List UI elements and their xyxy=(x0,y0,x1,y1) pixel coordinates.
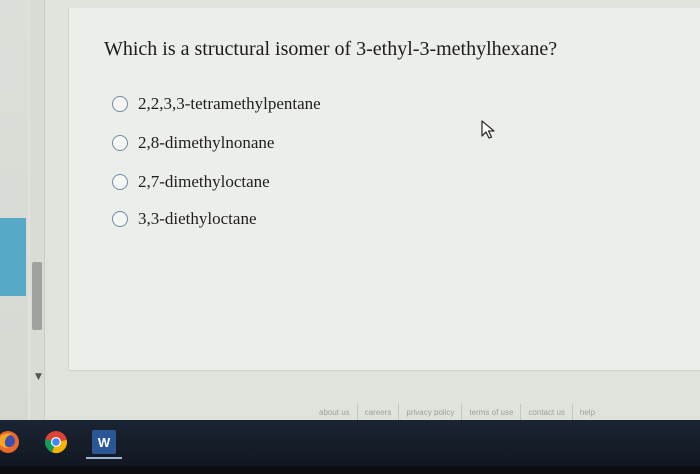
radio-button[interactable] xyxy=(112,96,128,112)
active-app-indicator xyxy=(86,457,122,459)
left-panel-accent xyxy=(0,218,26,296)
answer-option-label: 2,2,3,3-tetramethylpentane xyxy=(138,94,321,113)
scrollbar-track[interactable] xyxy=(30,0,45,420)
firefox-icon[interactable] xyxy=(0,430,20,454)
word-icon-letter: W xyxy=(97,434,111,450)
answer-option[interactable]: 2,7-dimethyloctane xyxy=(112,170,270,194)
footer-link-help[interactable]: help xyxy=(573,408,602,417)
answer-option[interactable]: 3,3-diethyloctane xyxy=(112,207,257,231)
scrollbar-thumb[interactable] xyxy=(32,262,42,330)
answer-option[interactable]: 2,2,3,3-tetramethylpentane xyxy=(112,92,321,116)
footer-link-terms-of-use[interactable]: terms of use xyxy=(462,408,520,417)
screen-bezel xyxy=(0,466,700,474)
footer-link-careers[interactable]: careers xyxy=(358,408,399,417)
radio-button[interactable] xyxy=(112,135,128,151)
mouse-pointer-icon xyxy=(481,120,495,139)
scroll-down-arrow-icon[interactable]: ▼ xyxy=(35,372,42,382)
answer-option-label: 3,3-diethyloctane xyxy=(138,209,257,228)
answer-option-label: 2,7-dimethyloctane xyxy=(138,172,270,191)
word-icon[interactable]: W xyxy=(92,430,116,454)
footer-links: about us careers privacy policy terms of… xyxy=(312,404,602,420)
footer-link-contact-us[interactable]: contact us xyxy=(521,408,571,417)
left-panel-edge xyxy=(0,0,28,420)
radio-button[interactable] xyxy=(112,211,128,227)
answer-option-label: 2,8-dimethylnonane xyxy=(138,133,275,152)
answer-option[interactable]: 2,8-dimethylnonane xyxy=(112,131,274,155)
question-text: Which is a structural isomer of 3-ethyl-… xyxy=(104,38,558,60)
footer-link-privacy-policy[interactable]: privacy policy xyxy=(399,408,461,417)
footer-divider xyxy=(68,370,700,371)
radio-button[interactable] xyxy=(112,174,128,190)
chrome-icon[interactable] xyxy=(44,430,68,454)
footer-link-about-us[interactable]: about us xyxy=(312,408,357,417)
